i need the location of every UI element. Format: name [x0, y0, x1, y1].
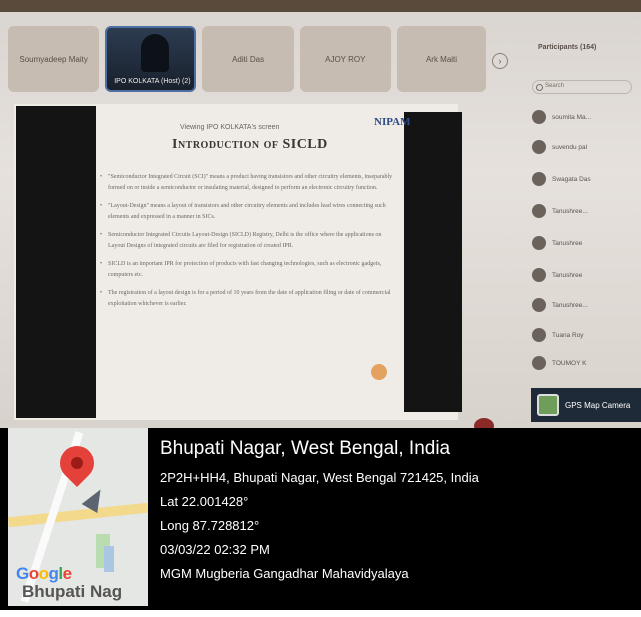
participant-name: suvendu pal — [552, 143, 588, 151]
slide-bullet-list: "Semiconductor Integrated Circuit (SCI)"… — [100, 172, 396, 317]
participant-name: Tanushree... — [552, 301, 588, 309]
avatar — [532, 356, 546, 370]
video-tile[interactable]: Ark Maiti — [396, 26, 487, 92]
screen-bezel — [0, 0, 641, 12]
participant-name: TOUMOY K — [552, 359, 587, 367]
participant-name: soumita Ma... — [552, 113, 592, 121]
slide-black-panel-right — [404, 112, 462, 412]
google-logo: Google — [16, 564, 72, 584]
logo-letter: o — [28, 564, 39, 583]
host-video-silhouette — [141, 34, 170, 72]
map-water — [104, 546, 114, 572]
avatar — [532, 110, 546, 124]
slide-title: Introduction of SICLD — [172, 137, 328, 152]
slide-bullet: Semiconductor Integrated Circuits Layout… — [100, 230, 396, 252]
tile-name: Ark Maiti — [425, 54, 458, 64]
participant-name: Tanushree — [552, 239, 583, 247]
tile-name: AJOY ROY — [325, 54, 366, 64]
latitude: Lat 22.001428° — [160, 494, 249, 509]
place-name: Bhupati Nagar, West Bengal, India — [160, 438, 451, 459]
participant-name: Swagata Das — [552, 175, 591, 183]
slide-black-panel-left — [16, 106, 96, 418]
slide-bullet: The registration of a layout design is f… — [100, 288, 396, 310]
avatar — [532, 140, 546, 154]
participant-item[interactable]: Tanushree — [532, 236, 582, 250]
gps-app-icon — [537, 394, 559, 416]
logo-letter: G — [16, 564, 29, 583]
avatar — [532, 236, 546, 250]
address-line: 2P2H+HH4, Bhupati Nagar, West Bengal 721… — [160, 470, 479, 485]
video-tile[interactable]: Aditi Das — [202, 26, 294, 92]
participant-item[interactable]: TOUMOY K — [532, 356, 586, 370]
video-tile[interactable]: Soumyadeep Maity — [8, 26, 100, 92]
map-place-label: Bhupati Nag — [22, 582, 123, 601]
logo-letter: e — [62, 564, 72, 583]
logo-letter: o — [38, 564, 49, 583]
participant-item[interactable]: suvendu pal — [532, 140, 587, 154]
next-page-button[interactable]: › — [492, 53, 508, 69]
video-tile[interactable]: AJOY ROY — [299, 26, 391, 92]
participant-name: Tanushree — [552, 271, 583, 279]
slide-bullet: SICLD is an important IPR for protection… — [100, 259, 396, 281]
participants-title: Participants (164) — [538, 44, 597, 51]
slide-indicator-dot — [371, 364, 387, 380]
timestamp: 03/03/22 02:32 PM — [160, 542, 270, 557]
map-thumbnail: Google Bhupati Nag — [8, 428, 148, 606]
tile-name: Aditi Das — [232, 54, 265, 64]
bottom-border — [0, 610, 641, 617]
slide-bullet: "Semiconductor Integrated Circuit (SCI)"… — [100, 172, 396, 194]
participant-item[interactable]: Tanushree — [532, 268, 582, 282]
participant-name: Tuana Roy — [552, 331, 584, 339]
video-tile-strip: Soumyadeep Maity IPO KOLKATA (Host) (2) … — [8, 26, 508, 96]
logo-letter: g — [48, 564, 59, 583]
gps-app-label: GPS Map Camera — [565, 400, 631, 410]
avatar — [532, 172, 546, 186]
participant-item[interactable]: Tanushree... — [532, 204, 588, 218]
participant-item[interactable]: Tuana Roy — [532, 328, 584, 342]
avatar — [532, 204, 546, 218]
viewing-screen-label: Viewing IPO KOLKATA's screen — [180, 124, 280, 131]
institution-note: MGM Mugberia Gangadhar Mahavidyalaya — [160, 566, 409, 581]
photographed-screen: Soumyadeep Maity IPO KOLKATA (Host) (2) … — [0, 0, 641, 430]
participant-item[interactable]: Swagata Das — [532, 172, 591, 186]
tile-name: IPO KOLKATA (Host) (2) — [111, 77, 194, 86]
gps-overlay: Google Bhupati Nag Bhupati Nagar, West B… — [0, 428, 641, 610]
tile-name: Soumyadeep Maity — [19, 54, 88, 64]
participant-item[interactable]: soumita Ma... — [532, 110, 591, 124]
longitude: Long 87.728812° — [160, 518, 260, 533]
slide-bullet: "Layout-Design" means a layout of transi… — [100, 201, 396, 223]
gps-info-block: Bhupati Nagar, West Bengal, India 2P2H+H… — [160, 436, 630, 586]
nipam-logo: NIPAM — [374, 116, 411, 128]
video-tile-host[interactable]: IPO KOLKATA (Host) (2) — [105, 26, 197, 92]
participants-search-input[interactable]: Search — [532, 80, 632, 94]
participants-panel: Participants (164) Search soumita Ma... … — [520, 38, 641, 430]
gps-app-badge: GPS Map Camera — [531, 388, 641, 422]
participant-item[interactable]: Tanushree... — [532, 298, 588, 312]
avatar — [532, 328, 546, 342]
participant-name: Tanushree... — [552, 207, 588, 215]
map-road — [8, 502, 148, 528]
avatar — [532, 268, 546, 282]
avatar — [532, 298, 546, 312]
